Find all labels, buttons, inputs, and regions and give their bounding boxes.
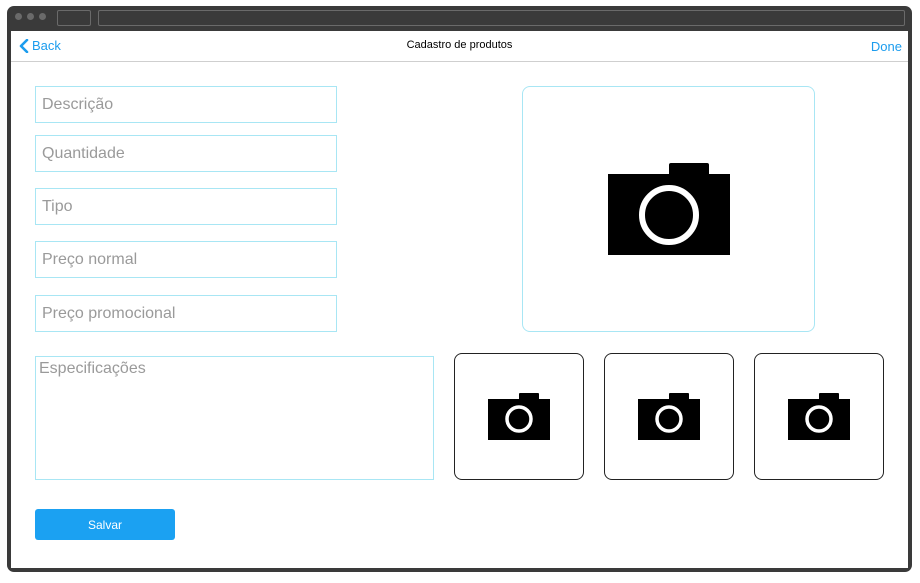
tipo-field[interactable] <box>35 188 337 225</box>
quantidade-field[interactable] <box>35 135 337 172</box>
window-titlebar <box>7 6 912 30</box>
window-minimize-dot[interactable] <box>27 13 34 20</box>
descricao-field[interactable] <box>35 86 337 123</box>
save-button[interactable]: Salvar <box>35 509 175 540</box>
camera-icon <box>638 393 700 440</box>
done-button[interactable]: Done <box>871 39 902 54</box>
address-bar[interactable] <box>98 10 905 26</box>
navigation-bar: Back Cadastro de produtos Done <box>11 31 908 62</box>
browser-tab[interactable] <box>57 10 91 26</box>
camera-icon <box>788 393 850 440</box>
window-close-dot[interactable] <box>15 13 22 20</box>
camera-icon <box>607 163 730 255</box>
window-maximize-dot[interactable] <box>39 13 46 20</box>
especificacoes-field[interactable] <box>35 356 434 480</box>
app-screen: Back Cadastro de produtos Done Descrição… <box>11 31 908 568</box>
page-title: Cadastro de produtos <box>406 39 513 51</box>
preco-normal-input[interactable] <box>36 242 336 277</box>
camera-icon <box>488 393 550 440</box>
especificacoes-textarea[interactable] <box>36 357 433 479</box>
descricao-input[interactable] <box>36 87 336 122</box>
preco-promocional-field[interactable] <box>35 295 337 332</box>
main-photo-slot[interactable] <box>522 86 815 332</box>
browser-window: Back Cadastro de produtos Done Descrição… <box>7 6 912 572</box>
quantidade-input[interactable] <box>36 136 336 171</box>
thumbnail-photo-slot-1[interactable] <box>454 353 584 480</box>
thumbnail-photo-slot-2[interactable] <box>604 353 734 480</box>
thumbnail-photo-slot-3[interactable] <box>754 353 884 480</box>
tipo-input[interactable] <box>36 189 336 224</box>
preco-promocional-input[interactable] <box>36 296 336 331</box>
preco-normal-field[interactable] <box>35 241 337 278</box>
